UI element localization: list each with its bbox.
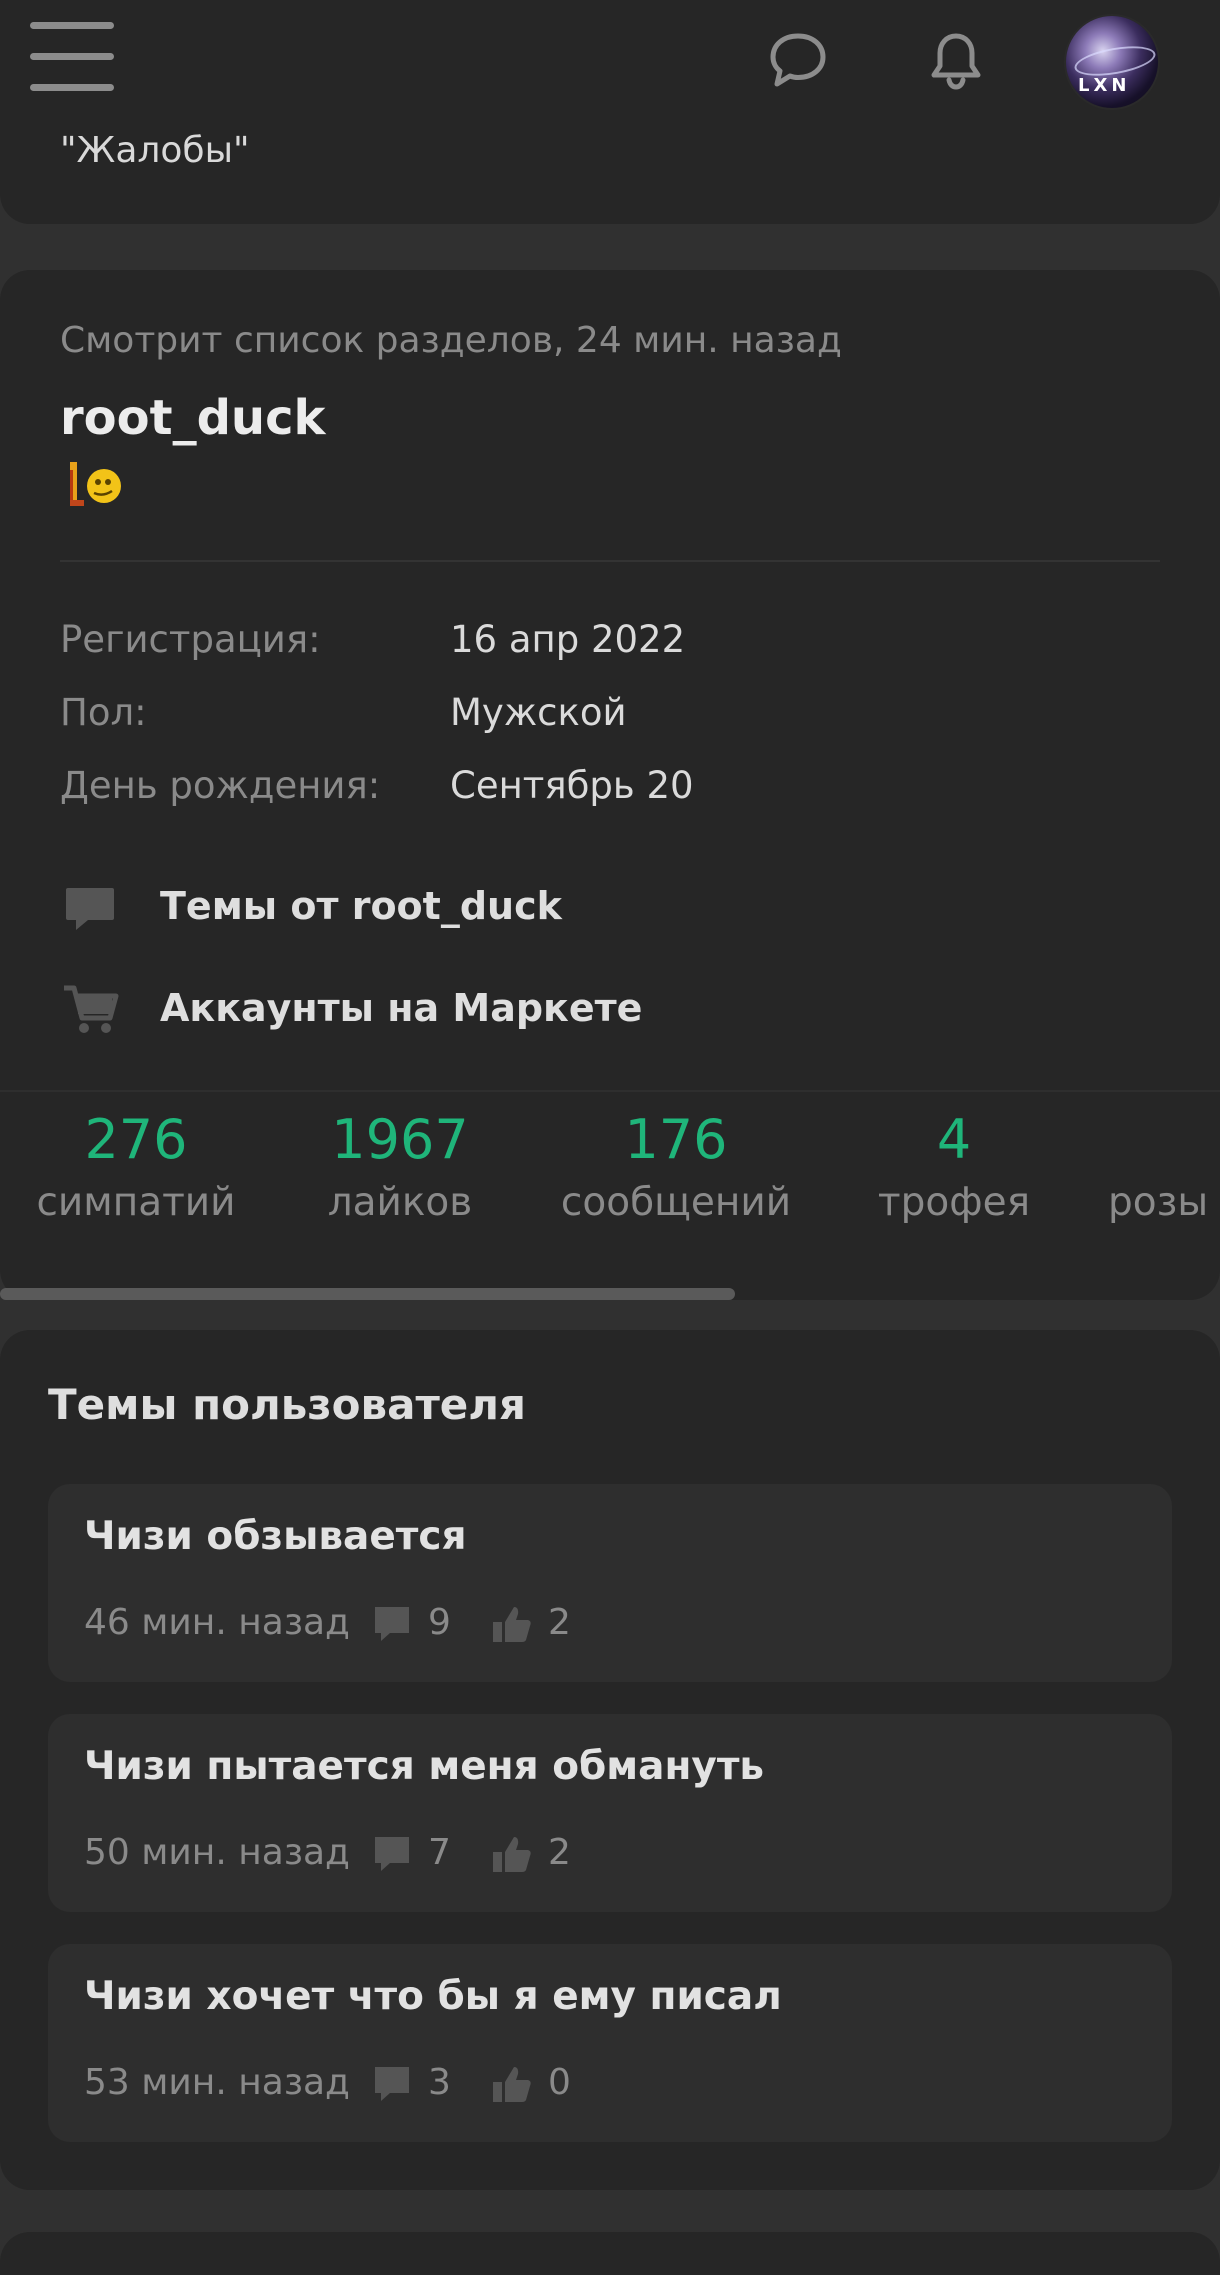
activity-status: Смотрит список разделов, 24 мин. назад <box>60 320 842 361</box>
info-value: Мужской <box>450 691 627 734</box>
thumbs-up-icon <box>490 2062 534 2106</box>
info-value: Сентябрь 20 <box>450 764 694 807</box>
stat-sympathies[interactable]: 276 симпатий <box>36 1100 236 1225</box>
thumbs-up-icon <box>490 1832 534 1876</box>
topic-meta: 46 мин. назад 9 2 <box>84 1602 1084 1652</box>
user-topics-card: Темы пользователя Чизи обзывается 46 мин… <box>0 1330 1220 2190</box>
stat-value: 276 <box>84 1108 188 1171</box>
top-bar: LXN <box>0 0 1220 120</box>
topic-meta: 53 мин. назад 3 0 <box>84 2062 1084 2112</box>
topic-title[interactable]: Чизи обзывается <box>84 1514 467 1559</box>
bell-icon[interactable] <box>924 28 988 92</box>
topic-time: 50 мин. назад <box>84 1832 350 1873</box>
scrollbar-thumb[interactable] <box>0 1288 735 1300</box>
avatar[interactable]: LXN <box>1066 16 1158 108</box>
topic-time: 53 мин. назад <box>84 2062 350 2103</box>
shopping-cart-icon <box>60 980 120 1040</box>
like-count: 2 <box>548 1602 571 1643</box>
like-count: 0 <box>548 2062 571 2103</box>
info-label: Пол: <box>60 691 147 734</box>
menu-icon[interactable] <box>30 22 114 92</box>
comment-count: 9 <box>428 1602 451 1643</box>
stat-label: розы <box>1108 1180 1209 1225</box>
chat-icon[interactable] <box>766 28 830 92</box>
topic-item[interactable]: Чизи хочет что бы я ему писал 53 мин. на… <box>48 1944 1172 2142</box>
stats-scrollbar[interactable] <box>0 1288 1220 1300</box>
comment-icon <box>370 1602 414 1646</box>
stat-label: сообщений <box>560 1180 792 1225</box>
market-accounts-link-label: Аккаунты на Маркете <box>160 986 643 1030</box>
topic-item[interactable]: Чизи пытается меня обмануть 50 мин. наза… <box>48 1714 1172 1912</box>
topic-meta: 50 мин. назад 7 2 <box>84 1832 1084 1882</box>
speech-bubble-icon <box>60 878 120 938</box>
stats-row: 276 симпатий 1967 лайков 176 сообщений 4… <box>0 1100 1220 1270</box>
topic-title[interactable]: Чизи хочет что бы я ему писал <box>84 1974 782 2019</box>
next-card <box>0 2232 1220 2275</box>
user-topics-link[interactable]: Темы от root_duck <box>60 878 760 938</box>
divider <box>0 1090 1220 1092</box>
section-title: Темы пользователя <box>48 1380 526 1429</box>
topic-title[interactable]: Чизи пытается меня обмануть <box>84 1744 764 1789</box>
topic-item[interactable]: Чизи обзывается 46 мин. назад 9 2 <box>48 1484 1172 1682</box>
info-label: День рождения: <box>60 764 381 807</box>
stat-likes[interactable]: 1967 лайков <box>300 1100 500 1225</box>
username[interactable]: root_duck <box>60 390 325 446</box>
stat-messages[interactable]: 176 сообщений <box>556 1100 796 1225</box>
stat-value: 1967 <box>331 1108 469 1171</box>
stat-label: симпатий <box>36 1180 236 1225</box>
user-topics-link-label: Темы от root_duck <box>160 884 562 928</box>
stat-value: 4 <box>936 1108 972 1171</box>
comment-count: 7 <box>428 1832 451 1873</box>
topic-time: 46 мин. назад <box>84 1602 350 1643</box>
comment-icon <box>370 2062 414 2106</box>
avatar-text: LXN <box>1078 75 1131 96</box>
stat-label: лайков <box>327 1180 473 1225</box>
thumbs-up-icon <box>490 1602 534 1646</box>
info-label: Регистрация: <box>60 618 321 661</box>
user-badge-icon <box>66 460 126 508</box>
comment-count: 3 <box>428 2062 451 2103</box>
stat-trophies[interactable]: 4 трофея <box>864 1100 1044 1225</box>
comment-icon <box>370 1832 414 1876</box>
stat-roses[interactable]: розы <box>1108 1100 1220 1225</box>
profile-card: Смотрит список разделов, 24 мин. назад r… <box>0 270 1220 1300</box>
stat-value: 176 <box>624 1108 728 1171</box>
market-accounts-link[interactable]: Аккаунты на Маркете <box>60 980 760 1040</box>
stat-label: трофея <box>877 1180 1031 1225</box>
previous-card-text: "Жалобы" <box>60 130 250 171</box>
stat-value <box>1108 1100 1220 1180</box>
like-count: 2 <box>548 1832 571 1873</box>
profile-page: "Жалобы" LXN Смотрит список разделов, 24… <box>0 0 1220 2275</box>
divider <box>60 560 1160 562</box>
info-value: 16 апр 2022 <box>450 618 686 661</box>
